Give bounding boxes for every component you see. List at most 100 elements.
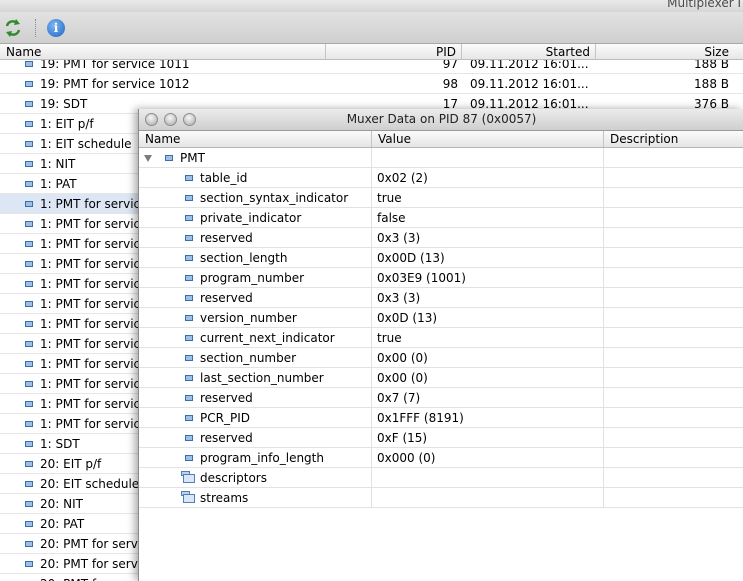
column-header-description[interactable]: Description xyxy=(604,131,743,147)
tree-row[interactable]: reserved 0x3 (3) xyxy=(139,228,743,248)
tree-node-value: 0x1FFF (8191) xyxy=(372,408,604,428)
tree-node-name: reserved xyxy=(200,291,253,305)
field-leaf-icon xyxy=(25,221,33,227)
field-leaf-icon xyxy=(185,235,193,241)
dialog-title: Muxer Data on PID 87 (0x0057) xyxy=(346,112,537,126)
field-leaf-icon xyxy=(185,255,193,261)
tree-row-folder[interactable]: descriptors xyxy=(139,468,743,488)
tree-node-name: program_number xyxy=(200,271,305,285)
field-leaf-icon xyxy=(25,321,33,327)
tree-node-description xyxy=(604,288,743,308)
folder-icon xyxy=(181,471,195,484)
field-leaf-icon xyxy=(165,155,173,161)
column-header-name[interactable]: Name xyxy=(0,44,326,60)
field-leaf-icon xyxy=(25,361,33,367)
tree-node-value: 0x0D (13) xyxy=(372,308,604,328)
tree-row[interactable]: private_indicator false xyxy=(139,208,743,228)
info-icon[interactable]: i xyxy=(47,19,65,37)
tree-node-value: 0x00 (0) xyxy=(372,348,604,368)
tree-row[interactable]: program_info_length 0x000 (0) xyxy=(139,448,743,468)
packet-name: 1: EIT schedule xyxy=(40,137,132,151)
tree-row[interactable]: reserved 0x7 (7) xyxy=(139,388,743,408)
packet-name: 1: PMT for service xyxy=(40,257,148,271)
list-item[interactable]: 19: PMT for service 1012 98 09.11.2012 16:… xyxy=(0,74,743,94)
tree-row[interactable]: program_number 0x03E9 (1001) xyxy=(139,268,743,288)
field-leaf-icon xyxy=(185,355,193,361)
packet-name: 20: PMT for serv xyxy=(40,537,138,551)
tree-node-description xyxy=(604,428,743,448)
tree-row[interactable]: section_length 0x00D (13) xyxy=(139,248,743,268)
tree-node-description xyxy=(604,188,743,208)
field-leaf-icon xyxy=(25,101,33,107)
column-header-name[interactable]: Name xyxy=(139,131,372,147)
tree-row[interactable]: table_id 0x02 (2) xyxy=(139,168,743,188)
refresh-arrows-icon[interactable] xyxy=(3,18,23,38)
packet-name: 20: EIT p/f xyxy=(40,457,102,471)
tree-node-name: reserved xyxy=(200,391,253,405)
muxer-data-dialog: Muxer Data on PID 87 (0x0057) Name Value… xyxy=(138,109,743,581)
packet-name: 20: NIT xyxy=(40,497,83,511)
column-header-started[interactable]: Started xyxy=(462,44,596,60)
field-leaf-icon xyxy=(185,375,193,381)
tree-node-description xyxy=(604,308,743,328)
packet-name: 1: PMT for service xyxy=(40,297,148,311)
tree-row[interactable]: reserved 0x3 (3) xyxy=(139,288,743,308)
packet-name: 1: PMT for service xyxy=(40,377,148,391)
tree-node-description xyxy=(604,228,743,248)
packet-name: 1: PMT for service xyxy=(40,317,148,331)
packet-name: 1: PMT for service xyxy=(40,417,148,431)
toolbar-separator xyxy=(35,19,36,37)
tree-node-value: 0x00D (13) xyxy=(372,248,604,268)
tree-row-folder[interactable]: streams xyxy=(139,488,743,508)
tree-node-name: descriptors xyxy=(200,471,267,485)
column-header-pid[interactable]: PID xyxy=(326,44,462,60)
packet-name: 1: SDT xyxy=(40,437,80,451)
tree-row[interactable]: reserved 0xF (15) xyxy=(139,428,743,448)
field-leaf-icon xyxy=(25,421,33,427)
tree-node-name: reserved xyxy=(200,431,253,445)
tree-node-value: 0xF (15) xyxy=(372,428,604,448)
field-leaf-icon xyxy=(185,335,193,341)
tree-row-root[interactable]: PMT xyxy=(139,148,743,168)
packet-name: 20: EIT schedule xyxy=(40,477,140,491)
field-leaf-icon xyxy=(25,281,33,287)
tree-node-value: 0x3 (3) xyxy=(372,228,604,248)
packet-name: 1: PMT for service xyxy=(40,397,148,411)
packet-name: 1: PMT for service xyxy=(40,197,148,211)
packet-name: 1: PMT for service xyxy=(40,277,148,291)
tree-node-description xyxy=(604,248,743,268)
tree-node-description xyxy=(604,208,743,228)
field-leaf-icon xyxy=(185,455,193,461)
disclosure-triangle-icon[interactable] xyxy=(144,155,152,162)
field-leaf-icon xyxy=(185,435,193,441)
tree-node-description xyxy=(604,348,743,368)
tree-node-description xyxy=(604,488,743,508)
tree-row[interactable]: version_number 0x0D (13) xyxy=(139,308,743,328)
tree-table[interactable]: PMT table_id 0x02 (2) section_syntax_indic… xyxy=(139,148,743,508)
field-leaf-icon xyxy=(25,121,33,127)
packet-name: 1: PMT for service xyxy=(40,337,148,351)
tree-row[interactable]: last_section_number 0x00 (0) xyxy=(139,368,743,388)
packet-size: 188 B xyxy=(694,77,729,91)
tree-node-description xyxy=(604,268,743,288)
packet-name: 1: EIT p/f xyxy=(40,117,94,131)
tree-row[interactable]: PCR_PID 0x1FFF (8191) xyxy=(139,408,743,428)
tree-node-name: reserved xyxy=(200,231,253,245)
field-leaf-icon xyxy=(185,195,193,201)
field-leaf-icon xyxy=(25,201,33,207)
field-leaf-icon xyxy=(25,481,33,487)
column-header-size[interactable]: Size xyxy=(596,44,743,60)
dialog-titlebar[interactable]: Muxer Data on PID 87 (0x0057) xyxy=(139,109,743,131)
field-leaf-icon xyxy=(25,401,33,407)
tree-node-description xyxy=(604,448,743,468)
tree-node-description xyxy=(604,388,743,408)
tree-row[interactable]: section_number 0x00 (0) xyxy=(139,348,743,368)
tree-node-value: true xyxy=(372,328,604,348)
packet-name: 19: SDT xyxy=(40,97,88,111)
column-header-value[interactable]: Value xyxy=(372,131,604,147)
tree-row[interactable]: current_next_indicator true xyxy=(139,328,743,348)
tree-node-value: 0x03E9 (1001) xyxy=(372,268,604,288)
tree-row[interactable]: section_syntax_indicator true xyxy=(139,188,743,208)
packet-pid: 98 xyxy=(442,77,458,91)
field-leaf-icon xyxy=(185,415,193,421)
